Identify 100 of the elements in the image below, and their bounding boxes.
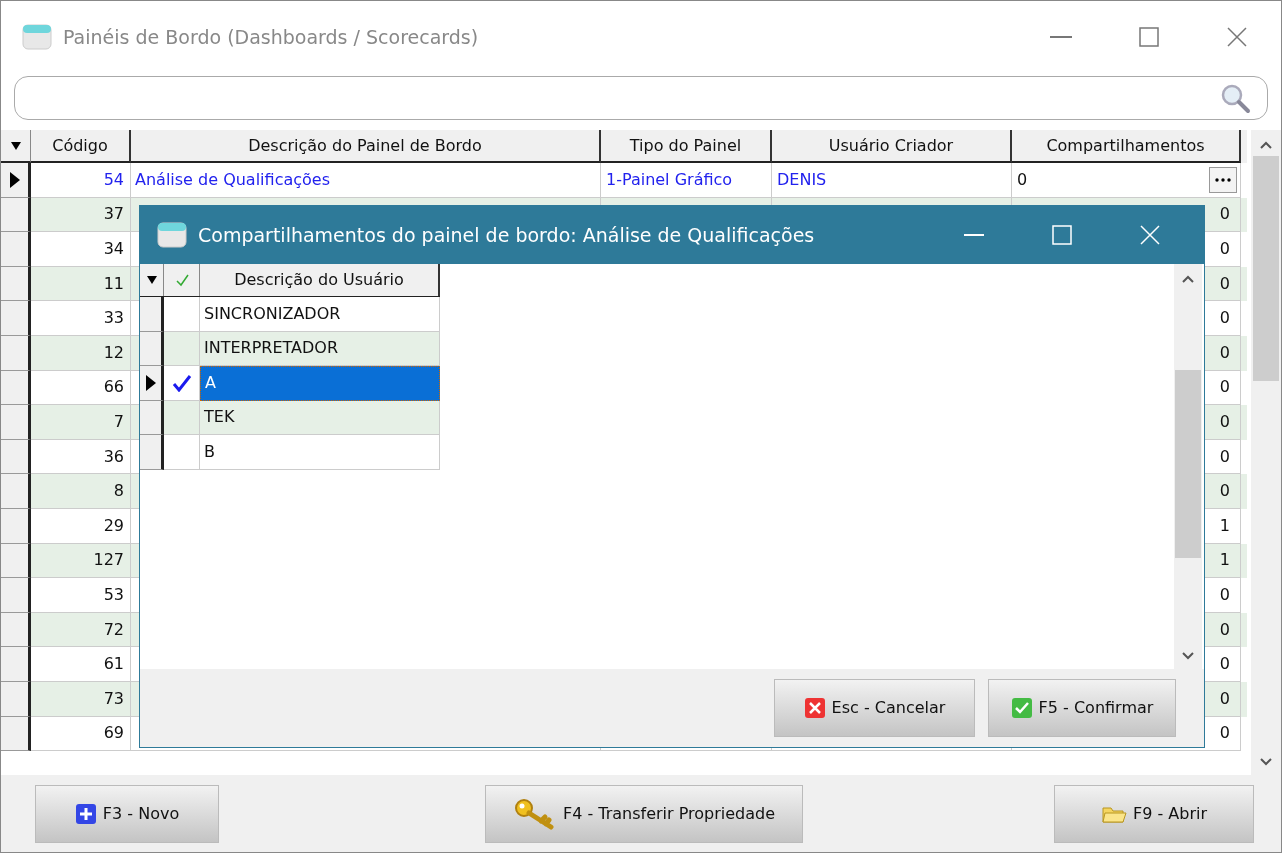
row-indicator[interactable] (1, 647, 31, 682)
shares-cell-text: 0 (1219, 238, 1230, 260)
code-cell-text: 37 (103, 203, 124, 226)
row-indicator[interactable] (1, 232, 31, 267)
shares-cell-text: 0 (1219, 410, 1230, 433)
row-indicator[interactable] (1, 370, 31, 406)
scrollbar-thumb[interactable] (1175, 370, 1201, 558)
search-icon (1219, 82, 1251, 114)
shares-cell-text: 0 (1017, 168, 1028, 191)
check-icon (171, 373, 192, 392)
ellipsis-button[interactable] (1209, 166, 1237, 193)
shares-cell-text: 0 (1219, 272, 1230, 295)
user-cell[interactable]: A (200, 366, 440, 401)
code-cell-text: 72 (103, 618, 124, 641)
row-indicator[interactable] (1, 197, 31, 233)
shares-cell-text: 0 (1219, 376, 1230, 399)
user-cell[interactable]: SINCRONIZADOR (200, 297, 440, 332)
shares-cell-text: 0 (1219, 203, 1230, 226)
scrollbar-thumb[interactable] (1253, 156, 1279, 381)
scrollbar[interactable] (1174, 264, 1202, 669)
row-indicator[interactable] (140, 435, 164, 470)
shares-cell-text: 1 (1219, 514, 1230, 537)
code-cell-text: 34 (103, 238, 124, 260)
type-cell-text: 1-Painel Gráfico (606, 168, 733, 191)
search-field[interactable] (14, 76, 1268, 120)
row-indicator[interactable] (140, 366, 164, 401)
code-cell-text: 54 (103, 168, 124, 191)
share-checkbox[interactable] (164, 435, 200, 470)
code-cell-text: 127 (93, 549, 124, 572)
code-cell-text: 8 (113, 480, 124, 503)
row-indicator[interactable] (1, 612, 31, 648)
shares-cell-text: 0 (1219, 653, 1230, 676)
row-indicator[interactable] (1, 335, 31, 371)
row-indicator[interactable] (1, 543, 31, 579)
code-cell-text: 36 (103, 445, 124, 468)
row-indicator[interactable] (1, 578, 31, 613)
current-row-icon (9, 171, 20, 188)
cancel-button[interactable]: Esc - Cancelar (774, 679, 975, 737)
confirm-icon (1010, 697, 1033, 719)
open-button[interactable]: F9 - Abrir (1054, 784, 1254, 843)
row-indicator[interactable] (1, 405, 31, 440)
shares-cell-text: 0 (1219, 722, 1230, 745)
code-cell-text: 66 (103, 376, 124, 399)
shares-cell-text: 0 (1219, 445, 1230, 468)
scroll-up-icon (1259, 140, 1273, 150)
close-icon (1227, 27, 1247, 47)
row-indicator[interactable] (140, 400, 164, 435)
shares-cell-text: 0 (1219, 618, 1230, 641)
cancel-icon (803, 697, 826, 719)
new-button[interactable]: F3 - Novo (35, 784, 219, 843)
minimize-icon (1050, 36, 1072, 38)
row-indicator[interactable] (1, 301, 31, 336)
window-title: Painéis de Bordo (Dashboards / Scorecards) (63, 24, 479, 50)
code-cell-text: 61 (103, 653, 124, 676)
dialog-title: Compartilhamentos do painel de bordo: Análise de Qualificações (198, 222, 815, 248)
scrollbar[interactable] (1251, 130, 1281, 775)
row-indicator[interactable] (1, 266, 31, 302)
row-indicator[interactable] (140, 297, 164, 332)
code-cell-text: 53 (103, 583, 124, 606)
dropdown-arrow-icon (146, 276, 157, 284)
maximize-icon (1052, 225, 1072, 245)
key-icon (512, 796, 557, 831)
check-icon (174, 273, 189, 287)
app-icon (157, 220, 187, 250)
row-indicator[interactable] (140, 331, 164, 366)
row-indicator[interactable] (1, 474, 31, 509)
scroll-down-icon (1181, 651, 1195, 661)
minimize-icon (964, 234, 984, 236)
code-cell-text: 12 (103, 341, 124, 364)
code-cell-text: 7 (113, 410, 124, 433)
plus-icon (74, 802, 97, 825)
row-indicator[interactable] (1, 681, 31, 717)
ellipsis-icon (1215, 177, 1231, 182)
user-cell[interactable]: B (200, 435, 440, 470)
shares-cell-text: 0 (1219, 341, 1230, 364)
shares-cell-text: 1 (1219, 549, 1230, 572)
shares-cell-text: 0 (1219, 583, 1230, 606)
code-cell-text: 11 (103, 272, 124, 295)
shares-cell-text: 0 (1219, 307, 1230, 330)
shares-cell-text: 0 (1219, 687, 1230, 710)
code-cell-text: 33 (103, 307, 124, 330)
code-cell-text: 69 (103, 722, 124, 745)
row-indicator[interactable] (1, 716, 31, 752)
close-icon (1140, 225, 1160, 245)
confirm-button[interactable]: F5 - Confirmar (988, 679, 1176, 737)
row-indicator[interactable] (1, 163, 31, 198)
app-icon (22, 22, 52, 52)
dropdown-arrow-icon (10, 141, 21, 150)
current-row-icon (145, 374, 156, 391)
row-indicator[interactable] (1, 439, 31, 475)
scroll-up-icon (1181, 274, 1195, 284)
code-cell-text: 29 (103, 514, 124, 537)
maximize-icon (1139, 27, 1159, 47)
creator-cell-text: DENIS (777, 168, 827, 191)
share-checkbox[interactable] (164, 297, 200, 332)
transfer-button[interactable]: F4 - Transferir Propriedade (485, 784, 803, 843)
code-cell-text: 73 (103, 687, 124, 710)
row-indicator[interactable] (1, 508, 31, 544)
shares-cell-text: 0 (1219, 480, 1230, 503)
description-cell-text: Análise de Qualificações (135, 168, 330, 191)
